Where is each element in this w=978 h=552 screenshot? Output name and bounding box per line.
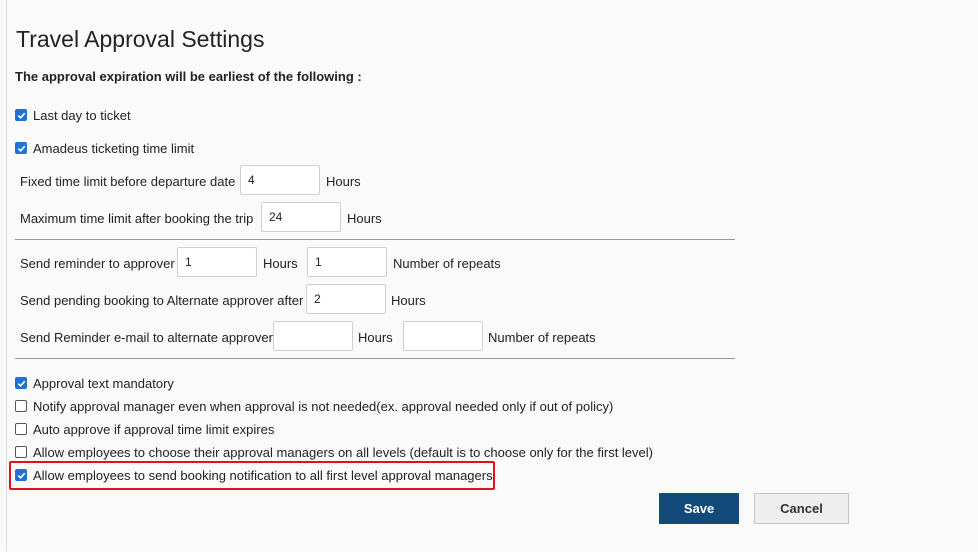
alternate-reminder-unit: Hours — [358, 330, 393, 345]
alternate-approver-unit: Hours — [391, 293, 426, 308]
alternate-reminder-repeats-label: Number of repeats — [488, 330, 596, 345]
check-icon — [17, 380, 25, 387]
fixed-limit-unit: Hours — [326, 174, 361, 189]
amadeus-time-limit-checkbox[interactable] — [15, 142, 27, 154]
reminder-repeats-input[interactable] — [307, 247, 387, 277]
max-limit-input[interactable] — [261, 202, 341, 232]
notify-manager-label: Notify approval manager even when approv… — [33, 399, 614, 414]
check-icon — [17, 145, 25, 152]
approval-text-mandatory-checkbox[interactable] — [15, 377, 27, 389]
reminder-repeats-label: Number of repeats — [393, 256, 501, 271]
send-notification-label: Allow employees to send booking notifica… — [33, 468, 493, 483]
fixed-limit-input[interactable] — [240, 165, 320, 195]
section-subtitle: The approval expiration will be earliest… — [15, 69, 362, 84]
choose-managers-label: Allow employees to choose their approval… — [33, 445, 653, 460]
last-day-to-ticket-label: Last day to ticket — [33, 108, 131, 123]
choose-managers-checkbox[interactable] — [15, 446, 27, 458]
max-limit-unit: Hours — [347, 211, 382, 226]
divider — [15, 358, 735, 359]
auto-approve-label: Auto approve if approval time limit expi… — [33, 422, 275, 437]
cancel-button[interactable]: Cancel — [754, 493, 849, 524]
alternate-approver-input[interactable] — [306, 284, 386, 314]
fixed-limit-label: Fixed time limit before departure date — [20, 174, 236, 189]
alternate-approver-label: Send pending booking to Alternate approv… — [20, 293, 304, 308]
reminder-label: Send reminder to approver — [20, 256, 175, 271]
divider — [15, 239, 735, 240]
notify-manager-checkbox[interactable] — [15, 400, 27, 412]
reminder-unit: Hours — [263, 256, 298, 271]
alternate-reminder-label: Send Reminder e-mail to alternate approv… — [20, 330, 273, 345]
send-notification-checkbox[interactable] — [15, 469, 27, 481]
max-limit-label: Maximum time limit after booking the tri… — [20, 211, 254, 226]
last-day-to-ticket-checkbox[interactable] — [15, 109, 27, 121]
alternate-reminder-hours-input[interactable] — [273, 321, 353, 351]
check-icon — [17, 112, 25, 119]
amadeus-time-limit-label: Amadeus ticketing time limit — [33, 141, 195, 156]
page-title: Travel Approval Settings — [16, 26, 265, 52]
reminder-hours-input[interactable] — [177, 247, 257, 277]
approval-text-mandatory-label: Approval text mandatory — [33, 376, 174, 391]
alternate-reminder-repeats-input[interactable] — [403, 321, 483, 351]
check-icon — [17, 472, 25, 479]
auto-approve-checkbox[interactable] — [15, 423, 27, 435]
save-button[interactable]: Save — [659, 493, 739, 524]
